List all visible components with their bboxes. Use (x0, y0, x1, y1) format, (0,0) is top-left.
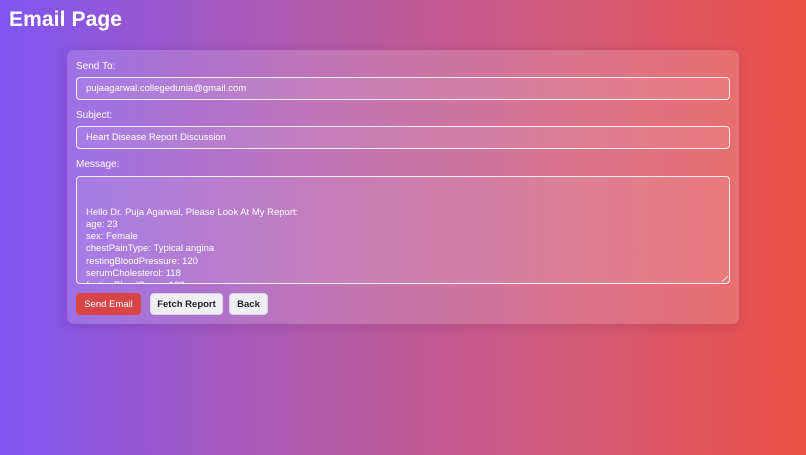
message-label: Message: (76, 159, 120, 170)
message-textarea[interactable]: Hello Dr. Puja Agarwal, Please Look At M… (76, 176, 730, 284)
subject-label: Subject: (76, 110, 113, 121)
message-text: Hello Dr. Puja Agarwal, Please Look At M… (86, 206, 299, 283)
send-to-label: Send To: (76, 61, 116, 72)
back-button[interactable]: Back (229, 293, 268, 315)
resize-grip-icon[interactable] (722, 276, 728, 282)
fetch-report-button[interactable]: Fetch Report (150, 293, 223, 315)
send-to-input[interactable] (76, 77, 730, 100)
email-form-card: Send To: Subject: Message: Hello Dr. Puj… (67, 50, 739, 324)
subject-input[interactable] (76, 126, 730, 149)
page-title: Email Page (9, 8, 123, 31)
send-email-button[interactable]: Send Email (76, 293, 141, 315)
